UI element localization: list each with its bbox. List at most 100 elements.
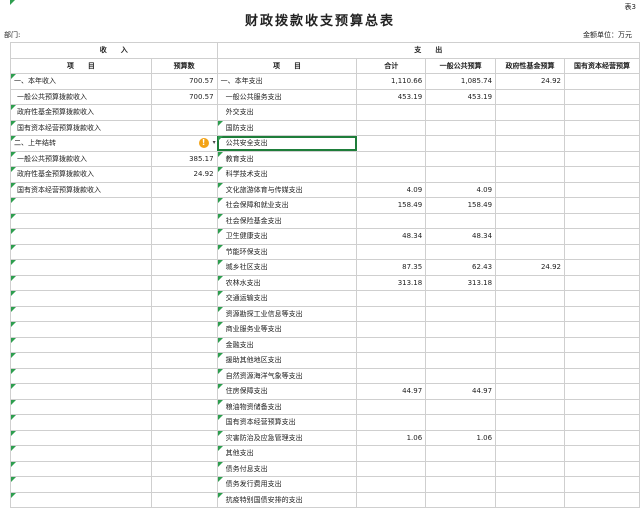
income-item-cell[interactable] [10,197,152,214]
expense-fund-cell[interactable] [495,181,566,198]
expense-fund-cell[interactable] [495,166,566,183]
expense-header[interactable]: 支 出 [216,42,640,59]
expense-item-cell[interactable]: 社会保险基金支出 [216,212,358,229]
expense-item-cell[interactable]: 其他支出 [216,445,358,462]
expense-item-cell[interactable]: 灾害防治及应急管理支出 [216,429,358,446]
expense-item-cell[interactable]: 一、本年支出 [216,73,358,90]
warning-icon[interactable]: ! [198,138,209,148]
income-budget-cell[interactable] [150,476,218,493]
expense-item-cell[interactable]: 节能环保支出 [216,243,358,260]
expense-capital-cell[interactable] [564,259,640,276]
income-item-cell[interactable]: 二、上年结转 [10,135,152,152]
income-item-cell[interactable]: 一、本年收入 [10,73,152,90]
expense-fund-cell[interactable] [495,491,566,508]
income-item-cell[interactable] [10,352,152,369]
income-item-cell[interactable] [10,290,152,307]
expense-total-cell[interactable] [356,414,427,431]
expense-fund-cell[interactable] [495,476,566,493]
income-item-cell[interactable] [10,367,152,384]
expense-general-cell[interactable]: 1.06 [425,429,497,446]
expense-item-cell[interactable]: 自然资源海洋气象等支出 [216,367,358,384]
expense-capital-cell[interactable] [564,460,640,477]
income-budget-cell[interactable] [150,290,218,307]
income-budget-cell[interactable] [150,352,218,369]
income-budget-cell[interactable] [150,367,218,384]
expense-fund-cell[interactable] [495,429,566,446]
income-budget-cell[interactable]: 385.17 [150,150,218,167]
expense-fund-cell[interactable] [495,305,566,322]
income-item-cell[interactable]: 政府性基金预算拨款收入 [10,104,152,121]
expense-fund-cell[interactable] [495,197,566,214]
budget-header[interactable]: 预算数 [150,57,218,74]
expense-capital-cell[interactable] [564,73,640,90]
expense-total-cell[interactable]: 1,110.66 [356,73,427,90]
income-budget-cell[interactable] [150,491,218,508]
expense-general-cell[interactable] [425,491,497,508]
income-budget-cell[interactable] [150,336,218,353]
expense-capital-cell[interactable] [564,88,640,105]
expense-general-cell[interactable] [425,414,497,431]
expense-capital-cell[interactable] [564,352,640,369]
expense-item-cell[interactable]: 文化旅游体育与传媒支出 [216,181,358,198]
expense-item-cell[interactable]: 抗疫特别国债安排的支出 [216,491,358,508]
expense-item-cell[interactable]: 城乡社区支出 [216,259,358,276]
expense-capital-cell[interactable] [564,150,640,167]
expense-capital-cell[interactable] [564,476,640,493]
expense-item-cell[interactable]: 卫生健康支出 [216,228,358,245]
expense-item-cell[interactable]: 社会保障和就业支出 [216,197,358,214]
expense-total-cell[interactable] [356,135,427,152]
income-budget-cell[interactable] [150,119,218,136]
expense-general-cell[interactable] [425,150,497,167]
expense-capital-cell[interactable] [564,414,640,431]
expense-total-cell[interactable]: 48.34 [356,228,427,245]
expense-item-cell[interactable]: 债务付息支出 [216,460,358,477]
income-item-cell[interactable] [10,429,152,446]
income-item-cell[interactable] [10,445,152,462]
income-budget-cell[interactable] [150,383,218,400]
expense-general-cell[interactable]: 453.19 [425,88,497,105]
income-item-cell[interactable] [10,305,152,322]
expense-total-cell[interactable] [356,398,427,415]
expense-total-cell[interactable]: 4.09 [356,181,427,198]
expense-capital-cell[interactable] [564,274,640,291]
expense-item-cell[interactable]: 国防支出 [216,119,358,136]
income-item-cell[interactable]: 一般公共预算拨款收入 [10,88,152,105]
general-budget-header[interactable]: 一般公共预算 [425,57,497,74]
expense-fund-cell[interactable] [495,460,566,477]
expense-capital-cell[interactable] [564,181,640,198]
expense-general-cell[interactable]: 313.18 [425,274,497,291]
expense-item-cell[interactable]: 教育支出 [216,150,358,167]
income-item-cell[interactable] [10,212,152,229]
expense-total-cell[interactable] [356,119,427,136]
expense-total-cell[interactable]: 1.06 [356,429,427,446]
expense-general-cell[interactable] [425,305,497,322]
income-item-cell[interactable] [10,460,152,477]
expense-capital-cell[interactable] [564,445,640,462]
income-budget-cell[interactable] [150,243,218,260]
fund-budget-header[interactable]: 政府性基金预算 [495,57,566,74]
expense-capital-cell[interactable] [564,398,640,415]
expense-fund-cell[interactable] [495,290,566,307]
income-budget-cell[interactable] [150,321,218,338]
expense-item-cell[interactable]: 公共安全支出 [216,135,358,152]
income-item-header[interactable]: 项 目 [10,57,152,74]
expense-item-cell[interactable]: 国有资本经营预算支出 [216,414,358,431]
expense-total-cell[interactable] [356,445,427,462]
expense-general-cell[interactable] [425,135,497,152]
expense-fund-cell[interactable]: 24.92 [495,73,566,90]
expense-item-cell[interactable]: 资源勘探工业信息等支出 [216,305,358,322]
expense-fund-cell[interactable] [495,352,566,369]
expense-fund-cell[interactable] [495,228,566,245]
expense-general-cell[interactable] [425,166,497,183]
expense-total-cell[interactable] [356,367,427,384]
total-header[interactable]: 合计 [356,57,427,74]
expense-general-cell[interactable] [425,321,497,338]
expense-item-cell[interactable]: 粮油物资储备支出 [216,398,358,415]
expense-total-cell[interactable]: 313.18 [356,274,427,291]
expense-total-cell[interactable]: 453.19 [356,88,427,105]
expense-general-cell[interactable] [425,398,497,415]
expense-total-cell[interactable] [356,150,427,167]
expense-capital-cell[interactable] [564,212,640,229]
expense-capital-cell[interactable] [564,228,640,245]
income-budget-cell[interactable] [150,197,218,214]
